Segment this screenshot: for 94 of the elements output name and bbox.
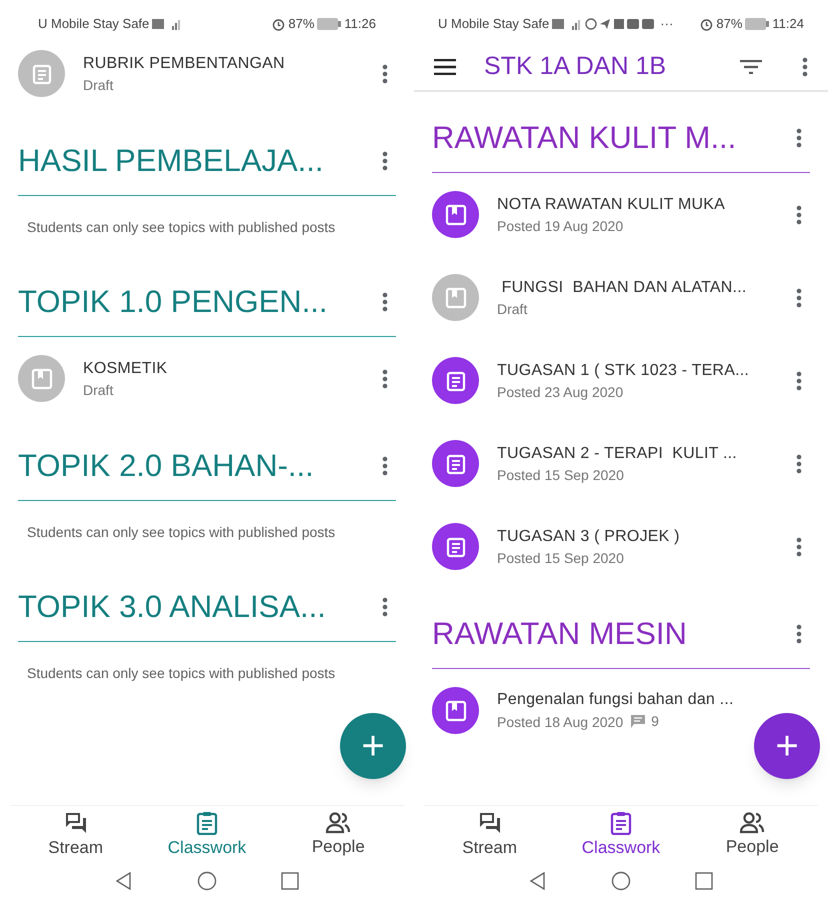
- chat-bubbles-icon: [64, 810, 88, 835]
- nav-tab[interactable]: Classwork: [152, 810, 262, 860]
- item-status: Posted 15 Sep 2020: [497, 548, 624, 568]
- add-button[interactable]: +: [340, 713, 406, 779]
- more-options-icon[interactable]: [382, 292, 388, 312]
- chat-bubbles-icon: [478, 810, 502, 835]
- carrier-name: U Mobile Stay Safe: [438, 15, 550, 34]
- carrier-name: U Mobile Stay Safe: [38, 15, 150, 34]
- classwork-item[interactable]: FUNGSI BAHAN DAN ALATAN... Draft: [414, 256, 828, 339]
- item-status: Draft: [83, 380, 114, 400]
- battery-icon: [317, 18, 342, 30]
- topic-heading: RAWATAN MESIN: [432, 615, 687, 653]
- menu-icon[interactable]: [434, 59, 456, 75]
- nav-tab[interactable]: People: [697, 812, 808, 860]
- topic-note: Students can only see topics with published posts: [27, 219, 336, 235]
- topic-heading: HASIL PEMBELAJA...: [18, 142, 324, 180]
- item-status: Posted 15 Sep 2020: [497, 466, 624, 484]
- more-options-icon[interactable]: [802, 57, 808, 77]
- more-options-icon[interactable]: [796, 128, 802, 148]
- topic-heading: TOPIK 1.0 PENGEN...: [18, 283, 328, 321]
- item-title[interactable]: TUGASAN 3 ( PROJEK ): [497, 526, 778, 548]
- nav-tab[interactable]: Stream: [434, 810, 545, 860]
- chat-notification-icon: [585, 18, 598, 30]
- item-title[interactable]: TUGASAN 2 - TERAPI KULIT ...: [497, 442, 778, 464]
- clipboard-icon: [196, 810, 218, 835]
- item-title[interactable]: TUGASAN 1 ( STK 1023 - TERA...: [497, 360, 778, 382]
- nav-tab[interactable]: Stream: [20, 810, 131, 860]
- topic-heading: TOPIK 3.0 ANALISA...: [18, 588, 326, 626]
- bookmark-page-icon: [444, 204, 466, 226]
- classwork-item[interactable]: KOSMETIK Draft: [0, 337, 414, 420]
- item-title[interactable]: FUNGSI BAHAN DAN ALATAN...: [497, 276, 778, 298]
- item-status: Posted 19 Aug 2020: [497, 216, 624, 236]
- clock-time: 11:26: [344, 15, 376, 34]
- item-status: Posted 18 Aug 2020: [497, 712, 624, 732]
- home-icon[interactable]: [611, 871, 631, 891]
- more-options-icon[interactable]: [796, 624, 802, 644]
- nav-tab[interactable]: Classwork: [566, 810, 676, 860]
- item-status: Draft: [497, 300, 528, 318]
- more-options-icon[interactable]: [382, 456, 388, 476]
- assignment-icon: [444, 370, 466, 392]
- assignment-icon: [444, 452, 466, 474]
- signal-icon: [152, 18, 182, 30]
- item-status: Posted 23 Aug 2020: [497, 382, 624, 402]
- more-options-icon[interactable]: [382, 597, 388, 617]
- classwork-item[interactable]: Pengenalan fungsi bahan dan ... Posted 18 Aug 2020 9: [414, 669, 752, 752]
- classwork-item[interactable]: NOTA RAWATAN KULIT MUKA Posted 19 Aug 2020: [414, 173, 828, 256]
- class-title: STK 1A DAN 1B: [484, 51, 668, 82]
- nav-tab[interactable]: People: [283, 812, 394, 860]
- more-options-icon[interactable]: [382, 151, 388, 171]
- comment-icon: [631, 715, 646, 728]
- item-title[interactable]: RUBRIK PEMBENTANGAN: [83, 52, 364, 74]
- back-icon[interactable]: [529, 872, 547, 890]
- item-status: Draft: [83, 76, 114, 94]
- assignment-icon: [30, 62, 52, 84]
- bookmark-page-icon: [444, 286, 466, 308]
- comment-count: 9: [651, 712, 659, 731]
- more-options-icon[interactable]: [796, 204, 802, 224]
- home-icon[interactable]: [197, 871, 217, 891]
- item-title[interactable]: NOTA RAWATAN KULIT MUKA: [497, 194, 778, 216]
- item-title[interactable]: KOSMETIK: [83, 358, 364, 380]
- more-options-icon[interactable]: [796, 370, 802, 390]
- topic-note: Students can only see topics with published posts: [27, 524, 336, 540]
- filter-icon[interactable]: [740, 60, 762, 74]
- recent-apps-icon[interactable]: [281, 872, 299, 890]
- signal-icon: [552, 18, 582, 30]
- battery-percent: 87%: [288, 15, 314, 34]
- more-options-icon[interactable]: [796, 288, 802, 308]
- classwork-item[interactable]: TUGASAN 1 ( STK 1023 - TERA... Posted 23 Aug 2020: [414, 339, 828, 422]
- more-notifications: ···: [660, 15, 674, 34]
- assignment-icon: [444, 536, 466, 558]
- people-icon: [325, 812, 352, 834]
- topic-note: Students can only see topics with published posts: [27, 665, 336, 681]
- send-notification-icon: [600, 18, 612, 30]
- more-options-icon[interactable]: [796, 454, 802, 474]
- back-icon[interactable]: [115, 872, 133, 890]
- classwork-item[interactable]: TUGASAN 2 - TERAPI KULIT ... Posted 15 Sep 2020: [414, 422, 828, 505]
- more-options-icon[interactable]: [382, 368, 388, 388]
- alarm-icon: [272, 18, 286, 30]
- battery-percent: 87%: [716, 15, 742, 34]
- topic-heading: TOPIK 2.0 BAHAN-...: [18, 447, 314, 485]
- alarm-icon: [700, 18, 714, 30]
- people-icon: [739, 812, 766, 834]
- bookmark-page-icon: [30, 368, 52, 390]
- classwork-item[interactable]: TUGASAN 3 ( PROJEK ) Posted 15 Sep 2020: [414, 505, 828, 588]
- topic-heading: RAWATAN KULIT M...: [432, 119, 736, 157]
- more-options-icon[interactable]: [796, 536, 802, 556]
- battery-icon: [745, 18, 770, 30]
- bookmark-page-icon: [444, 700, 466, 722]
- recent-apps-icon[interactable]: [695, 872, 713, 890]
- classwork-item[interactable]: RUBRIK PEMBENTANGAN Draft: [0, 44, 414, 115]
- more-options-icon[interactable]: [382, 64, 388, 84]
- add-button[interactable]: +: [754, 713, 820, 779]
- clipboard-icon: [610, 810, 632, 835]
- clock-time: 11:24: [772, 15, 804, 34]
